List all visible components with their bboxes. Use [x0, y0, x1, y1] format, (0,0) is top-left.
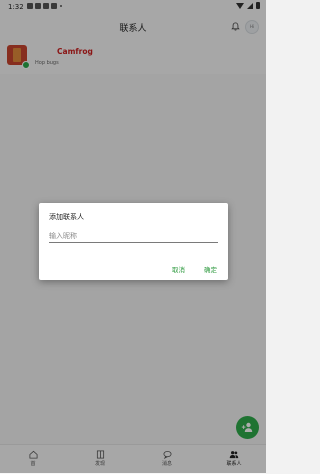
add-contact-dialog: 添加联系人 取消 确定 — [39, 203, 228, 280]
cancel-button[interactable]: 取消 — [172, 264, 185, 274]
dialog-title: 添加联系人 — [49, 213, 84, 221]
nickname-input[interactable] — [49, 230, 218, 243]
confirm-button[interactable]: 确定 — [204, 264, 217, 274]
